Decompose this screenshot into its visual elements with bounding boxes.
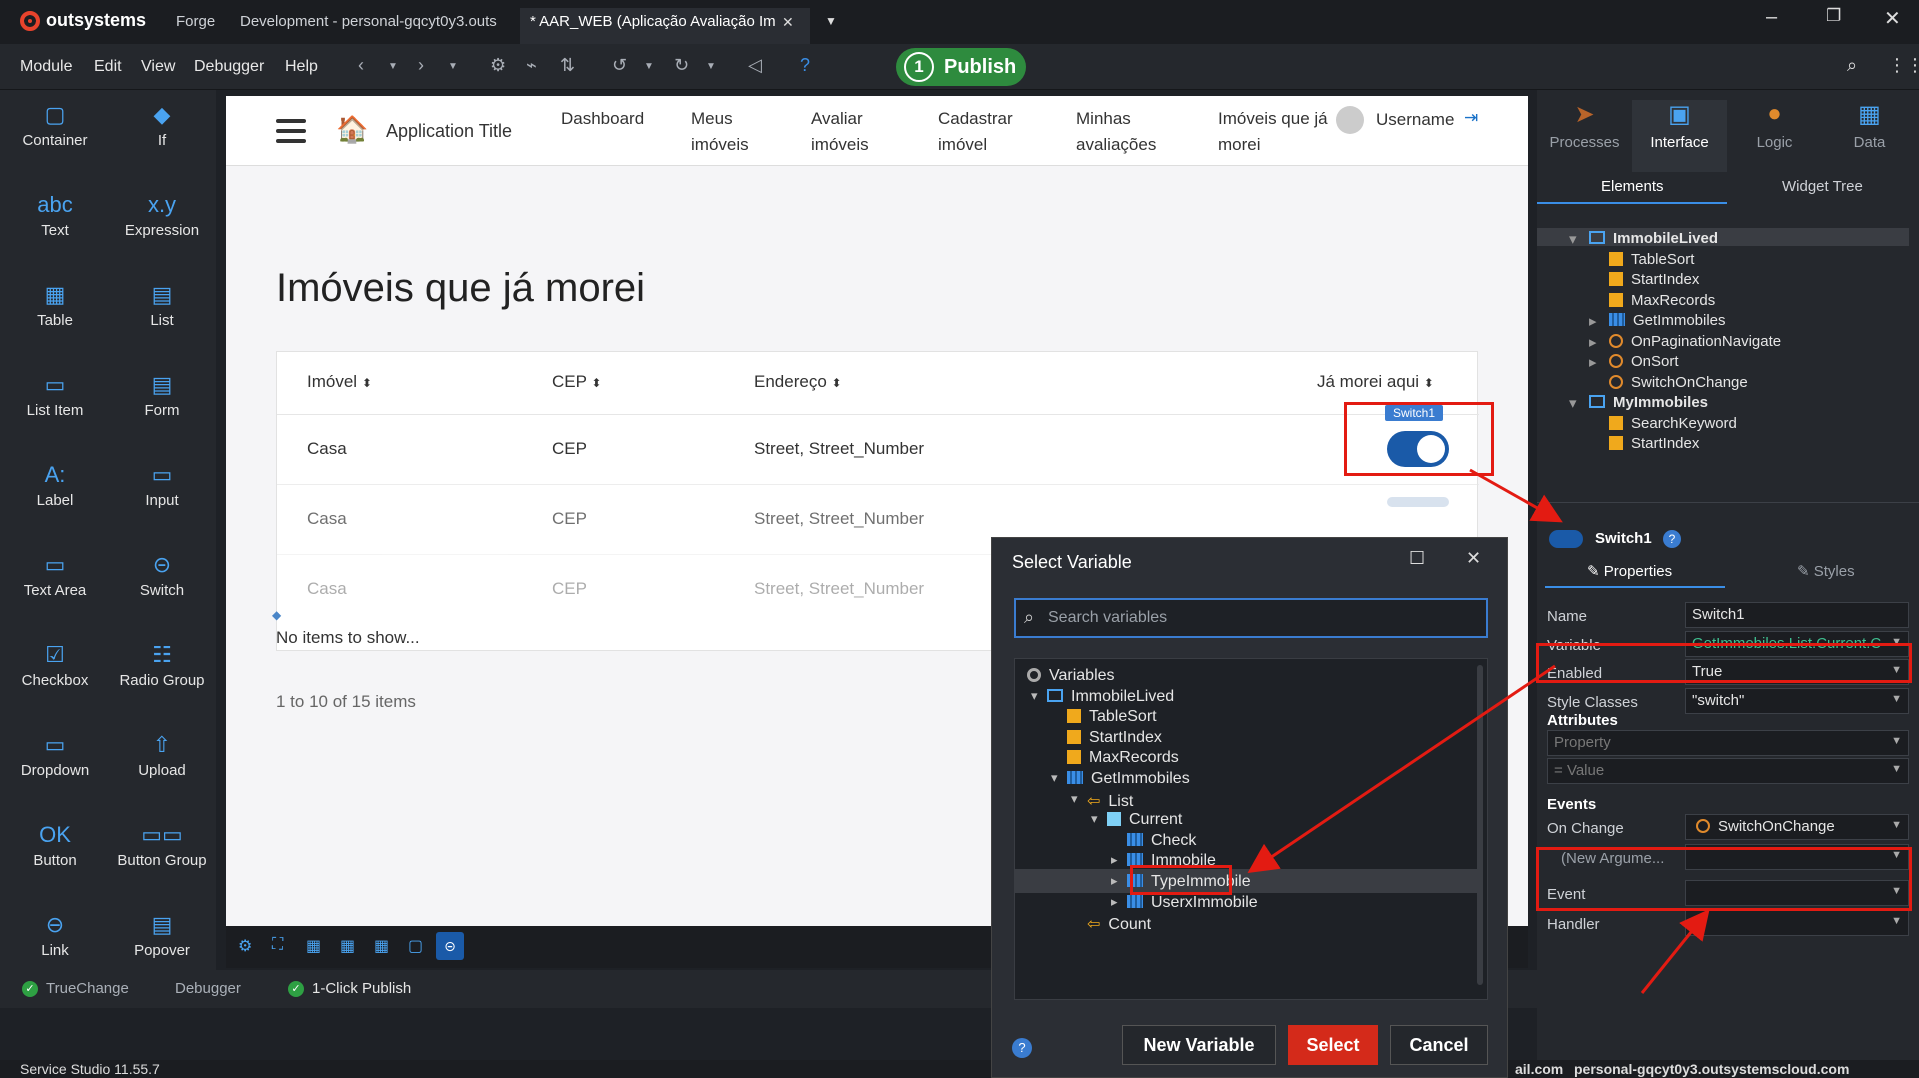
arrow-to-events — [1640, 908, 1710, 994]
arrow-variable-to-check — [1247, 664, 1556, 874]
arrow-switch-to-panel — [1469, 468, 1563, 523]
annotation-arrows — [1247, 468, 1710, 994]
